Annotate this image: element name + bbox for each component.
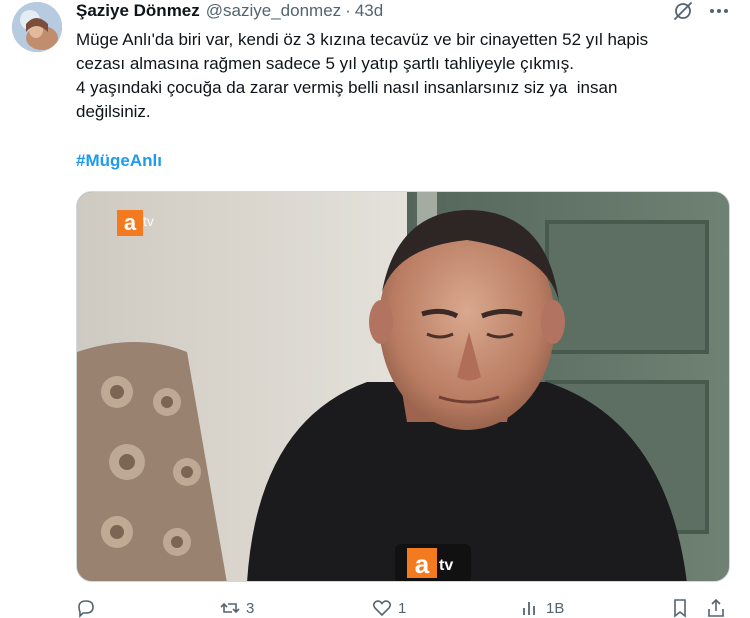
retweet-count: 3 xyxy=(246,599,255,617)
reply-icon xyxy=(78,600,94,618)
views-count: 1B xyxy=(546,599,565,617)
avatar[interactable] xyxy=(12,2,62,52)
video-still: a tv a tv xyxy=(77,192,729,581)
reply-button[interactable] xyxy=(76,598,102,618)
separator-dot: · xyxy=(345,1,351,20)
tweet-text-line: cezası almasına rağmen sadece 5 yıl yatı… xyxy=(76,54,574,73)
atv-watermark-tv: tv xyxy=(143,213,154,229)
heart-icon xyxy=(372,600,392,617)
like-count: 1 xyxy=(398,599,407,617)
like-button[interactable]: 1 xyxy=(372,598,406,618)
tweet-text-line: 4 yaşındaki çocuğa da zarar vermiş belli… xyxy=(76,78,618,97)
retweet-button[interactable]: 3 xyxy=(220,598,254,618)
bookmark-button[interactable] xyxy=(670,598,690,618)
atv-watermark-mark: a xyxy=(124,210,137,235)
more-icon[interactable] xyxy=(706,0,732,22)
tweet-actions: 3 1 1B xyxy=(76,598,736,618)
author-display-name[interactable]: Şaziye Dönmez xyxy=(76,1,200,21)
retweet-icon xyxy=(220,602,240,614)
grok-icon[interactable] xyxy=(672,0,694,22)
tweet-text: Müge Anlı'da biri var, kendi öz 3 kızına… xyxy=(76,28,736,124)
tweet[interactable]: Şaziye Dönmez @saziye_donmez · 43d Müge … xyxy=(0,0,750,618)
views-button[interactable]: 1B xyxy=(520,598,564,618)
tweet-media-image[interactable]: a tv a tv xyxy=(76,191,730,582)
tweet-text-line: Müge Anlı'da biri var, kendi öz 3 kızına… xyxy=(76,30,649,49)
tweet-time[interactable]: 43d xyxy=(355,1,383,21)
views-icon xyxy=(523,602,535,615)
svg-text:a: a xyxy=(415,549,430,579)
svg-text:tv: tv xyxy=(439,557,453,574)
author-handle[interactable]: @saziye_donmez xyxy=(206,1,341,21)
share-button[interactable] xyxy=(706,598,726,618)
bookmark-icon xyxy=(674,599,686,618)
tweet-header: Şaziye Dönmez @saziye_donmez · 43d xyxy=(76,0,736,22)
tweet-text-line: değilsiniz. xyxy=(76,102,151,121)
hashtag-link[interactable]: #MügeAnlı xyxy=(76,151,162,171)
share-icon xyxy=(708,598,724,617)
